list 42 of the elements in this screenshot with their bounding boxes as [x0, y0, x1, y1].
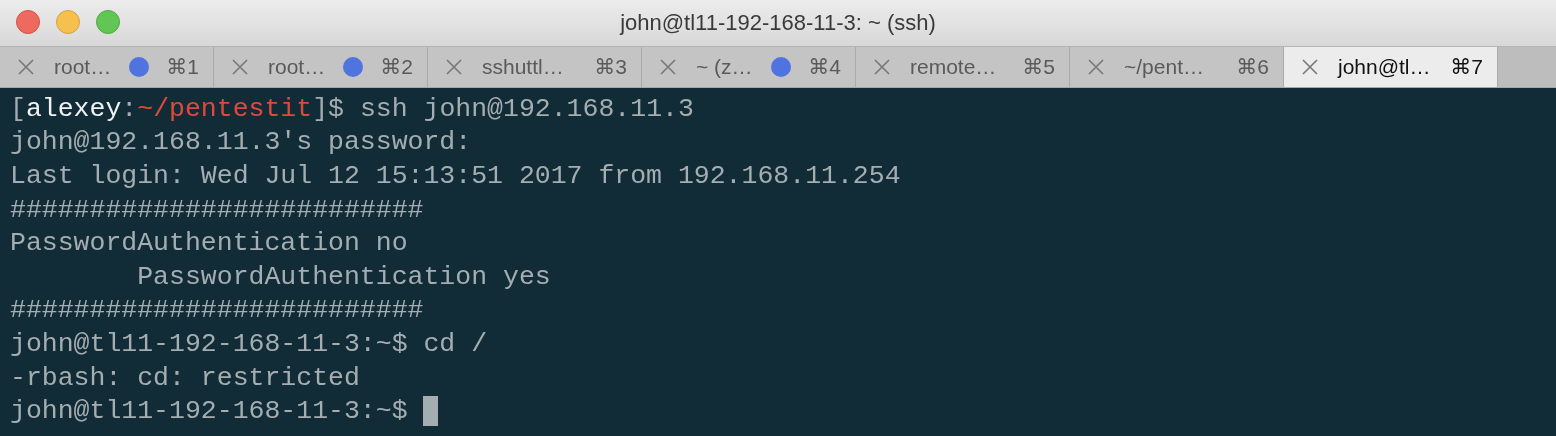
close-tab-icon[interactable] [874, 59, 890, 75]
tab-shortcut: ⌘7 [1450, 55, 1483, 79]
tab[interactable]: ~ (z… ⌘4 [642, 47, 856, 87]
close-tab-icon[interactable] [232, 59, 248, 75]
tab-label: remote… [910, 55, 997, 79]
tab-label: sshuttl… [482, 55, 564, 79]
tab-label: ~ (z… [696, 55, 753, 79]
terminal-line: john@192.168.11.3's password: [10, 127, 472, 158]
close-tab-icon[interactable] [660, 59, 676, 75]
terminal-line: PasswordAuthentication no [10, 228, 408, 259]
window-title: john@tl11-192-168-11-3: ~ (ssh) [620, 10, 936, 36]
tab[interactable]: ~/pent… ⌘6 [1070, 47, 1284, 87]
close-button[interactable] [16, 10, 40, 34]
zoom-button[interactable] [96, 10, 120, 34]
tab-label: john@tl… [1338, 55, 1431, 79]
tab[interactable]: root… ⌘2 [214, 47, 428, 87]
close-tab-icon[interactable] [1088, 59, 1104, 75]
terminal-line: Last login: Wed Jul 12 15:13:51 2017 from 192.168.11.254 [10, 161, 901, 191]
tab-shortcut: ⌘5 [1022, 55, 1055, 79]
tab-label: root… [54, 55, 112, 79]
tab-shortcut: ⌘4 [808, 55, 841, 79]
tab-label: root… [268, 55, 326, 79]
terminal-line: john@tl11-192-168-11-3:~$ [10, 396, 409, 427]
tab-shortcut: ⌘3 [594, 55, 627, 79]
terminal-line: -rbash: cd: restricted [10, 362, 360, 393]
minimize-button[interactable] [56, 10, 80, 34]
tab[interactable]: sshuttl… ⌘3 [428, 47, 642, 87]
terminal-line: john@tl11-192-168-11-3:~$ cd / [10, 328, 488, 359]
terminal-line: [alexey:~/pentestit]$ ssh john@192.168.11.3 [10, 93, 694, 124]
terminal-line: ########################## [10, 194, 424, 225]
tab-label: ~/pent… [1124, 55, 1204, 79]
tab-shortcut: ⌘2 [380, 55, 413, 79]
tab[interactable]: john@tl… ⌘7 [1284, 47, 1498, 87]
terminal-line: PasswordAuthentication yes [136, 261, 551, 292]
close-tab-icon[interactable] [1302, 59, 1318, 75]
close-tab-icon[interactable] [446, 59, 462, 75]
terminal-line: ########################## [10, 295, 424, 326]
tab-shortcut: ⌘6 [1236, 55, 1269, 79]
tab-shortcut: ⌘1 [166, 55, 199, 79]
close-tab-icon[interactable] [18, 59, 34, 75]
tab[interactable]: root… ⌘1 [0, 47, 214, 87]
tab[interactable]: remote… ⌘5 [856, 47, 1070, 87]
